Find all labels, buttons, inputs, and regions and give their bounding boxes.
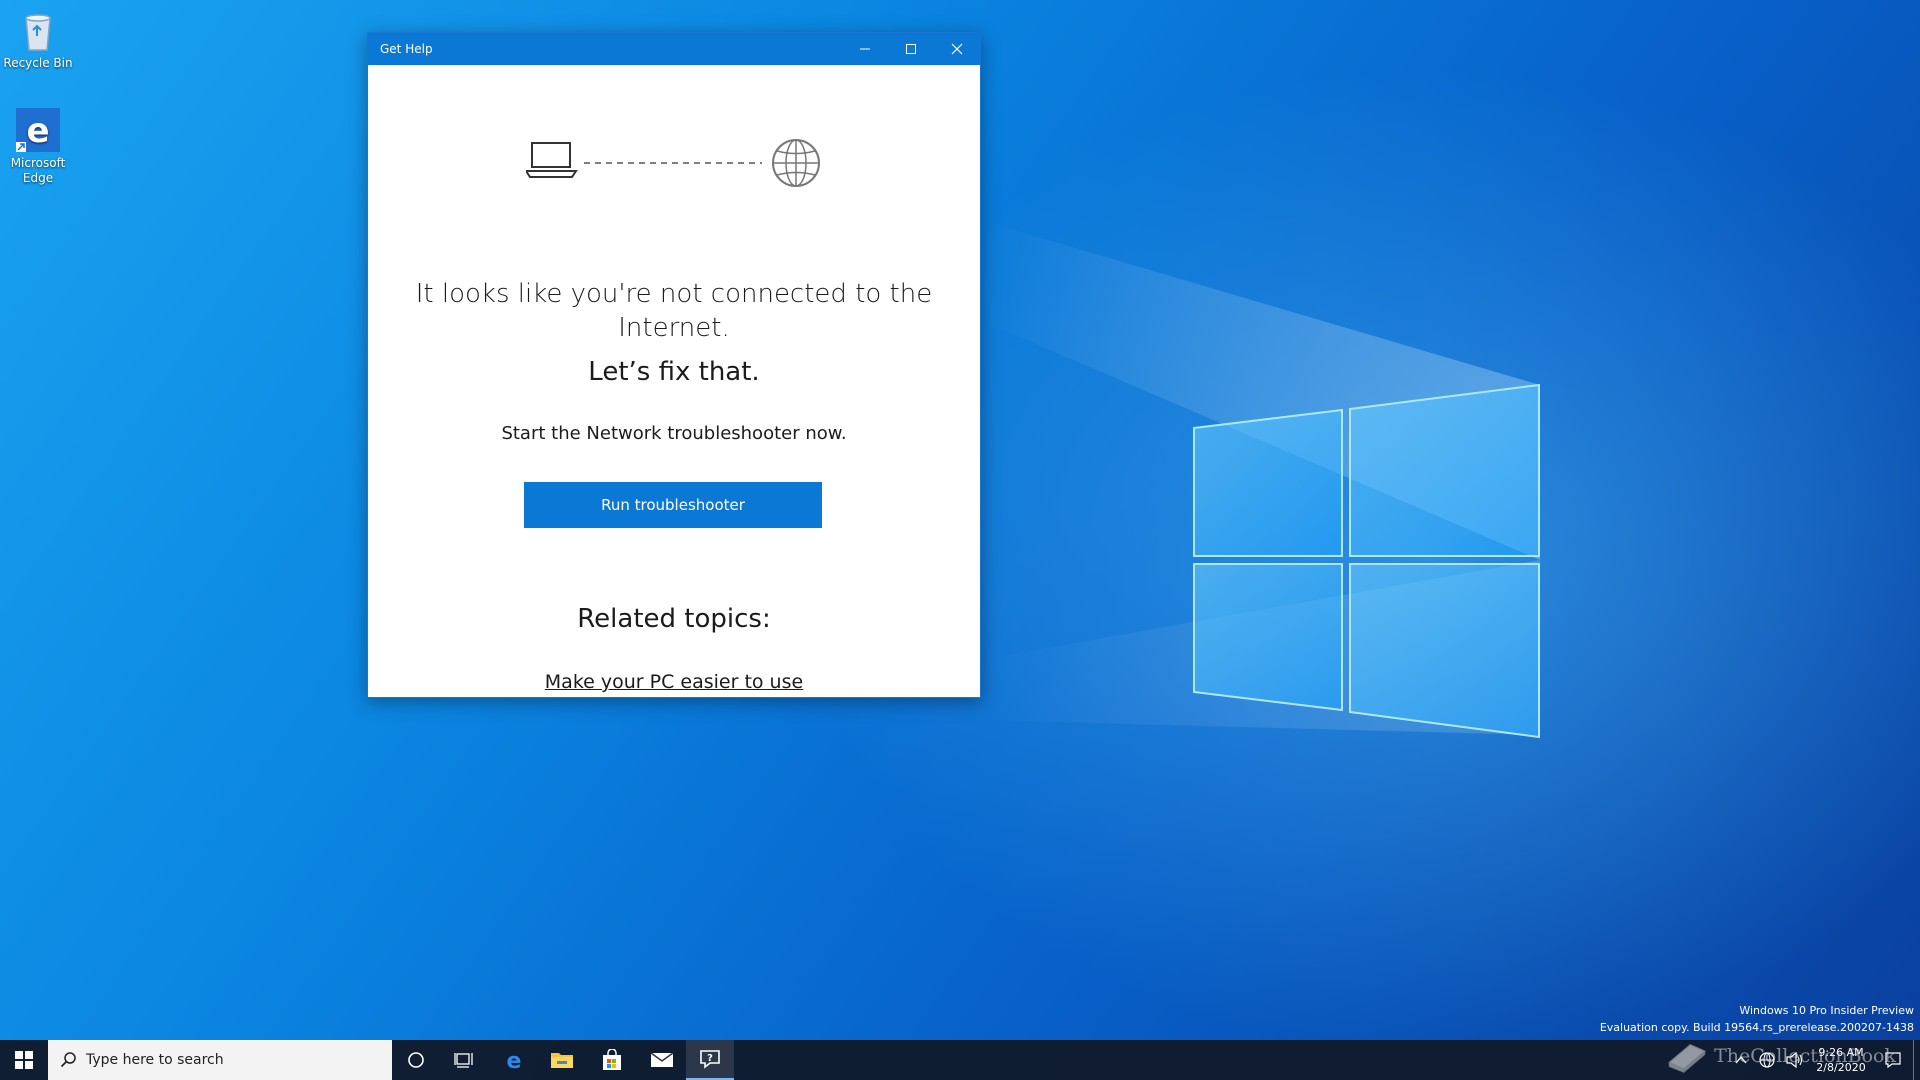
taskbar-get-help-button[interactable]: ? xyxy=(686,1040,734,1080)
task-view-icon xyxy=(454,1053,473,1068)
search-icon xyxy=(60,1052,76,1068)
store-icon xyxy=(603,1049,621,1070)
related-topics-heading: Related topics: xyxy=(577,604,771,634)
window-title: Get Help xyxy=(380,42,433,56)
window-titlebar[interactable]: Get Help xyxy=(368,33,980,65)
evaluation-watermark: Windows 10 Pro Insider Preview Evaluatio… xyxy=(1600,1002,1914,1036)
minimize-icon xyxy=(860,48,870,50)
file-explorer-icon xyxy=(551,1053,573,1068)
get-help-icon: ? xyxy=(700,1050,720,1069)
search-placeholder: Type here to search xyxy=(86,1052,224,1068)
svg-text:?: ? xyxy=(707,1053,713,1064)
taskbar-search-box[interactable]: Type here to search xyxy=(48,1040,392,1080)
close-button[interactable] xyxy=(934,33,980,65)
globe-icon xyxy=(772,139,820,187)
minimize-button[interactable] xyxy=(842,33,888,65)
cortana-button[interactable] xyxy=(392,1040,440,1080)
book-logo-icon xyxy=(1668,1043,1706,1074)
desktop-icon-label: Recycle Bin xyxy=(3,56,73,70)
no-connection-illustration xyxy=(526,139,820,187)
desktop-icon-label: Microsoft Edge xyxy=(10,156,66,185)
recycle-bin-icon xyxy=(14,6,62,54)
get-help-window: Get Help It looks like you're not connec… xyxy=(367,32,981,698)
taskbar-store-button[interactable] xyxy=(588,1040,636,1080)
watermark-edition: Windows 10 Pro Insider Preview xyxy=(1739,1004,1914,1017)
site-watermark-text: TheCollectionBook xyxy=(1714,1045,1896,1067)
edge-icon: e xyxy=(507,1049,522,1072)
desktop: Recycle Bin e Microsoft Edge Get Help It… xyxy=(0,0,1920,1080)
desktop-icon-microsoft-edge[interactable]: e Microsoft Edge xyxy=(0,106,76,186)
fix-that-heading: Let’s fix that. xyxy=(588,357,760,387)
svg-text:e: e xyxy=(507,1049,522,1072)
laptop-icon xyxy=(526,142,578,178)
mail-icon xyxy=(650,1052,674,1067)
edge-icon: e xyxy=(14,106,62,154)
site-watermark: TheCollectionBook xyxy=(1666,1032,1896,1080)
related-topic-link[interactable]: Make your PC easier to use xyxy=(408,670,940,694)
troubleshooter-instruction: Start the Network troubleshooter now. xyxy=(501,423,847,444)
start-button[interactable] xyxy=(0,1040,48,1080)
not-connected-heading: It looks like you're not connected to th… xyxy=(415,279,933,343)
close-icon xyxy=(951,43,963,55)
windows-start-icon xyxy=(15,1051,33,1069)
run-troubleshooter-button[interactable]: Run troubleshooter xyxy=(524,482,822,528)
taskbar-file-explorer-button[interactable] xyxy=(538,1040,586,1080)
taskbar-edge-button[interactable]: e xyxy=(490,1040,538,1080)
maximize-icon xyxy=(906,44,916,54)
taskbar-mail-button[interactable] xyxy=(638,1040,686,1080)
svg-text:e: e xyxy=(26,111,49,151)
maximize-button[interactable] xyxy=(888,33,934,65)
show-desktop-button[interactable] xyxy=(1913,1040,1920,1080)
desktop-icon-recycle-bin[interactable]: Recycle Bin xyxy=(0,6,76,71)
taskbar: Type here to search e ? 9:26 AM 2/8/2020 xyxy=(0,1040,1920,1080)
task-view-button[interactable] xyxy=(440,1040,488,1080)
cortana-icon xyxy=(408,1052,424,1068)
